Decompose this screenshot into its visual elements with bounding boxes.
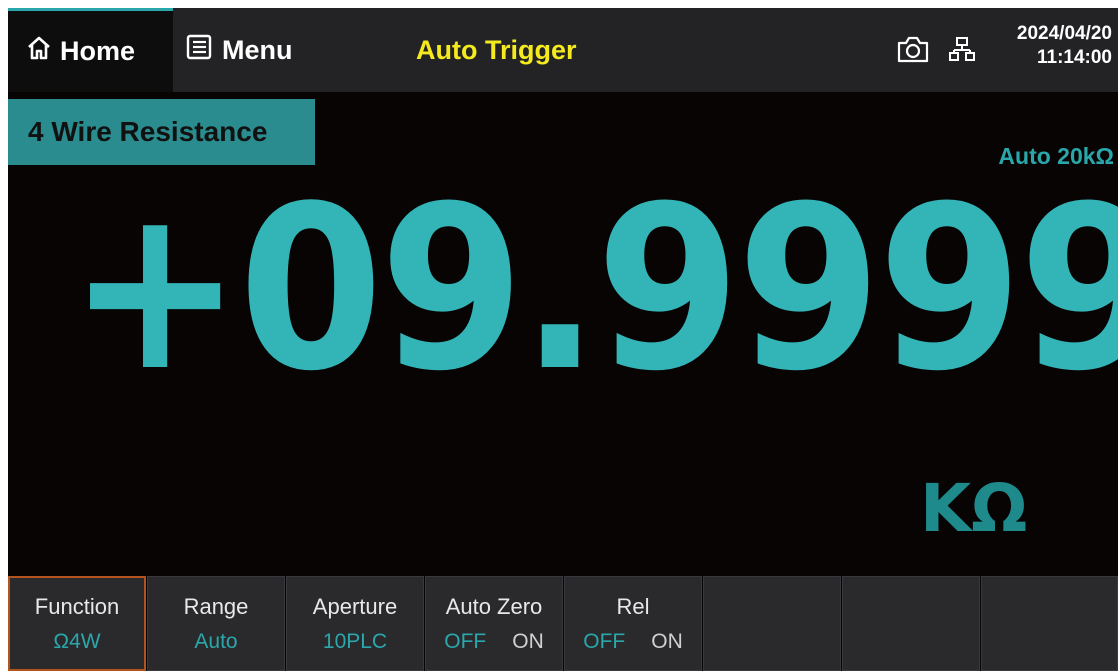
softkey-bar: Function Ω4W Range Auto Aperture 10PLC A… (8, 576, 1118, 671)
home-icon (26, 35, 52, 68)
rel-toggle: OFF ON (583, 630, 683, 654)
main-reading: +09.99999 (68, 158, 1118, 421)
dmm-screen: Home Menu Auto Trigger 2024/04/20 11:14:… (8, 8, 1118, 671)
softkey-title: Rel (616, 593, 650, 619)
softkey-title: Aperture (312, 593, 398, 619)
network-icon (949, 36, 975, 67)
softkey-value: 10PLC (322, 629, 388, 653)
softkey-empty-8[interactable] (981, 576, 1118, 671)
top-bar: Home Menu Auto Trigger 2024/04/20 11:14:… (8, 8, 1118, 92)
home-tab-label: Home (60, 36, 136, 66)
function-label: 4 Wire Resistance (8, 99, 315, 165)
softkey-value: Auto (194, 629, 238, 653)
reading-unit: KΩ (920, 470, 1028, 547)
toggle-on-option: ON (651, 629, 683, 653)
home-tab[interactable]: Home (8, 8, 173, 92)
toggle-off-option: OFF (583, 629, 626, 653)
softkey-empty-7[interactable] (842, 576, 980, 671)
softkey-title: Function (34, 593, 120, 619)
toggle-off-option: OFF (444, 629, 487, 653)
softkey-range[interactable]: Range Auto (147, 576, 285, 671)
date-text: 2024/04/20 (1016, 23, 1112, 44)
toggle-on-option: ON (512, 629, 544, 653)
softkey-empty-6[interactable] (703, 576, 841, 671)
softkey-auto-zero[interactable]: Auto Zero OFF ON (425, 576, 563, 671)
camera-icon[interactable] (896, 34, 930, 69)
softkey-rel[interactable]: Rel OFF ON (564, 576, 702, 671)
softkey-aperture[interactable]: Aperture 10PLC (286, 576, 424, 671)
softkey-function[interactable]: Function Ω4W (8, 576, 146, 671)
softkey-title: Auto Zero (445, 593, 543, 619)
menu-tab[interactable]: Menu (186, 8, 293, 92)
auto-zero-toggle: OFF ON (444, 630, 544, 654)
menu-icon (186, 34, 212, 67)
trigger-mode: Auto Trigger (416, 34, 577, 65)
time-text: 11:14:00 (1036, 47, 1112, 68)
datetime: 2024/04/20 11:14:00 (1017, 22, 1112, 70)
softkey-title: Range (183, 593, 249, 619)
softkey-value: Ω4W (53, 629, 101, 653)
menu-tab-label: Menu (222, 34, 293, 65)
